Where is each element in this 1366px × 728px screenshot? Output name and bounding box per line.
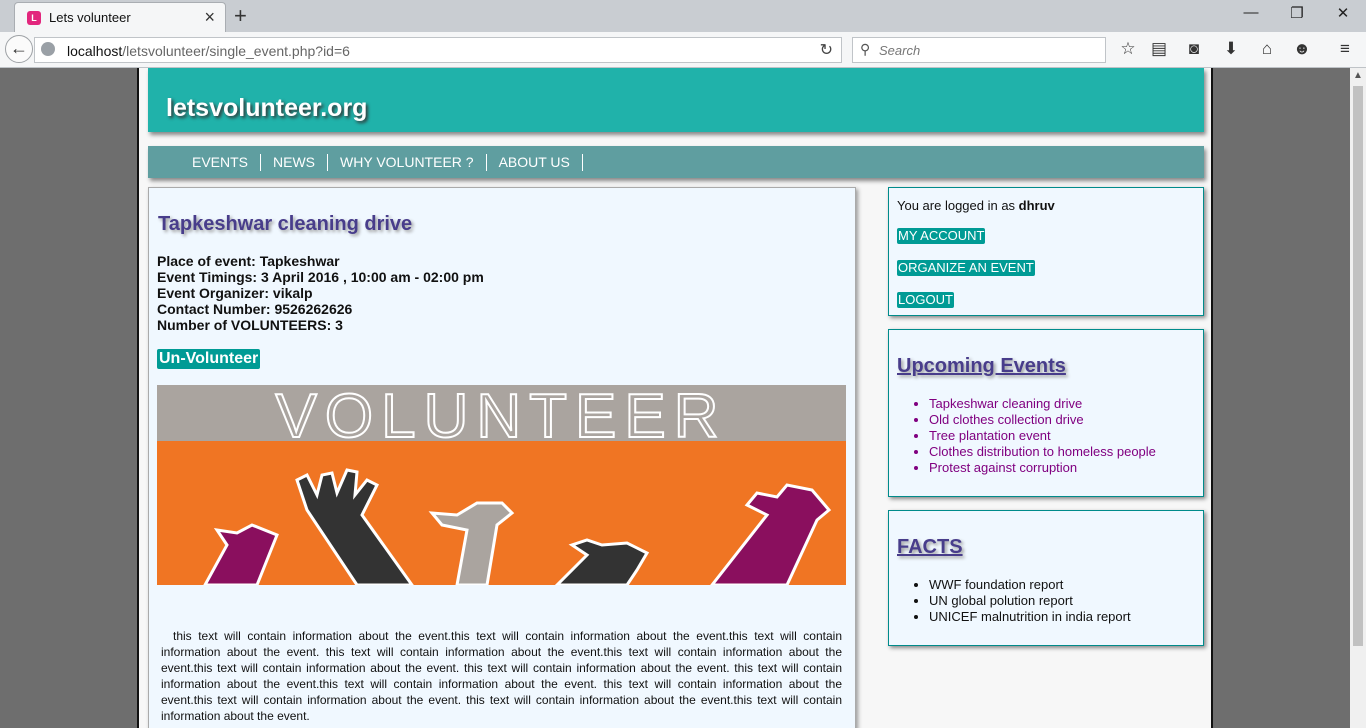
site-title[interactable]: letsvolunteer.org [166, 94, 367, 123]
page-container: letsvolunteer.org EVENTS NEWS WHY VOLUNT… [137, 68, 1213, 728]
event-panel: Tapkeshwar cleaning drive Place of event… [148, 187, 856, 728]
nav-why-volunteer[interactable]: WHY VOLUNTEER ? [328, 154, 487, 171]
pocket-icon[interactable]: ◙ [1182, 39, 1206, 59]
upcoming-event-link[interactable]: Tapkeshwar cleaning drive [929, 396, 1156, 412]
facts-heading[interactable]: FACTS [897, 536, 963, 559]
site-header: letsvolunteer.org [148, 68, 1204, 132]
new-tab-icon[interactable]: + [234, 3, 247, 29]
upcoming-event-link[interactable]: Protest against corruption [929, 460, 1156, 476]
upcoming-events-list: Tapkeshwar cleaning drive Old clothes co… [897, 396, 1156, 476]
logged-in-text: You are logged in as dhruv [897, 198, 1055, 213]
upcoming-event-link[interactable]: Old clothes collection drive [929, 412, 1156, 428]
event-title: Tapkeshwar cleaning drive [158, 213, 413, 235]
event-description: this text will contain information about… [161, 629, 842, 723]
scrollbar-thumb[interactable] [1353, 86, 1363, 646]
event-volunteer-count: Number of VOLUNTEERS: 3 [157, 317, 343, 333]
smiley-icon[interactable]: ☻ [1290, 39, 1314, 59]
globe-icon [41, 42, 55, 56]
facts-list: WWF foundation report UN global polution… [897, 577, 1131, 625]
event-timings: Event Timings: 3 April 2016 , 10:00 am -… [157, 269, 484, 285]
username: dhruv [1018, 198, 1055, 213]
volunteer-banner-image: VOLUNTEER [157, 385, 846, 585]
event-organizer: Event Organizer: vikalp [157, 285, 313, 301]
address-bar[interactable]: localhost/letsvolunteer/single_event.php… [34, 37, 842, 63]
account-box: You are logged in as dhruv MY ACCOUNT OR… [888, 187, 1204, 316]
fact-item[interactable]: WWF foundation report [929, 577, 1131, 593]
window-close-icon[interactable]: ✕ [1328, 4, 1358, 22]
upcoming-events-box: Upcoming Events Tapkeshwar cleaning driv… [888, 329, 1204, 497]
page-viewport: letsvolunteer.org EVENTS NEWS WHY VOLUNT… [0, 68, 1350, 728]
nav-events[interactable]: EVENTS [180, 154, 262, 171]
event-contact: Contact Number: 9526262626 [157, 301, 353, 317]
maximize-icon[interactable]: ❐ [1282, 4, 1312, 22]
search-input[interactable]: ⚲ Search [852, 37, 1106, 63]
tab-favicon-icon: L [27, 11, 41, 25]
search-placeholder: Search [879, 43, 921, 58]
fact-item[interactable]: UN global polution report [929, 593, 1131, 609]
minimize-icon[interactable]: — [1236, 4, 1266, 21]
upcoming-event-link[interactable]: Tree plantation event [929, 428, 1156, 444]
vertical-scrollbar[interactable]: ▲ [1350, 68, 1366, 728]
scroll-up-icon[interactable]: ▲ [1353, 70, 1363, 81]
reading-list-icon[interactable]: ▤ [1147, 39, 1171, 59]
bookmark-star-icon[interactable]: ☆ [1116, 39, 1140, 59]
back-icon[interactable]: ← [5, 35, 33, 63]
nav-news[interactable]: NEWS [261, 154, 329, 171]
tab-bar: L Lets volunteer × + — ❐ ✕ [0, 0, 1366, 32]
organize-event-link[interactable]: ORGANIZE AN EVENT [897, 260, 1035, 276]
nav-about-us[interactable]: ABOUT US [487, 154, 583, 171]
tab-title: Lets volunteer [49, 10, 131, 25]
reload-icon[interactable]: ↻ [820, 40, 833, 60]
event-place: Place of event: Tapkeshwar [157, 253, 340, 269]
logout-link[interactable]: LOGOUT [897, 292, 954, 308]
event-details: Place of event: Tapkeshwar Event Timings… [157, 253, 484, 333]
home-icon[interactable]: ⌂ [1255, 39, 1279, 59]
facts-box: FACTS WWF foundation report UN global po… [888, 510, 1204, 646]
close-tab-icon[interactable]: × [204, 7, 215, 28]
my-account-link[interactable]: MY ACCOUNT [897, 228, 986, 244]
fact-item[interactable]: UNICEF malnutrition in india report [929, 609, 1131, 625]
un-volunteer-button[interactable]: Un-Volunteer [157, 349, 261, 369]
download-icon[interactable]: ⬇ [1219, 39, 1243, 59]
hamburger-menu-icon[interactable]: ≡ [1333, 39, 1357, 59]
browser-tab[interactable]: L Lets volunteer × [14, 2, 226, 32]
search-icon: ⚲ [860, 41, 871, 57]
banner-text: VOLUNTEER [276, 385, 727, 451]
upcoming-events-heading[interactable]: Upcoming Events [897, 355, 1066, 378]
main-nav: EVENTS NEWS WHY VOLUNTEER ? ABOUT US [148, 146, 1204, 178]
url-text: localhost/letsvolunteer/single_event.php… [67, 43, 350, 59]
browser-toolbar: ← localhost/letsvolunteer/single_event.p… [0, 32, 1366, 68]
upcoming-event-link[interactable]: Clothes distribution to homeless people [929, 444, 1156, 460]
